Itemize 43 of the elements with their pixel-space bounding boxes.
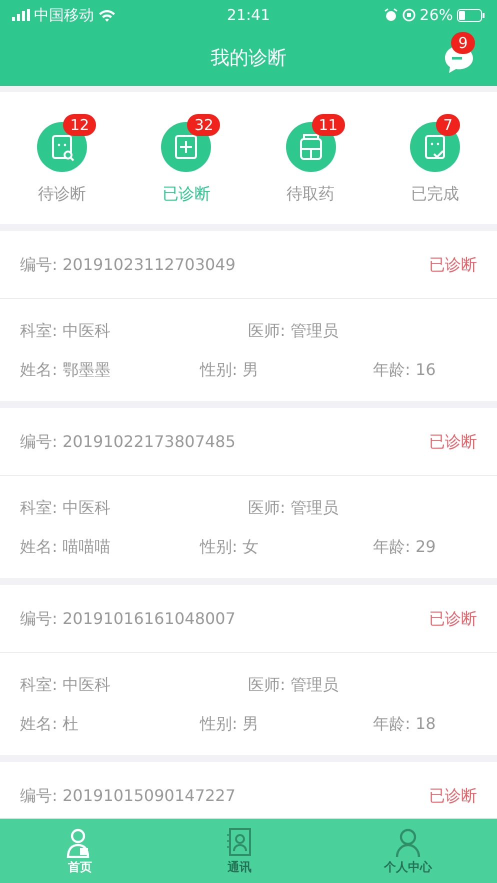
doctor-text: 医师: 管理员 xyxy=(248,674,338,696)
status-label: 已诊断 xyxy=(429,608,477,630)
count-badge: 11 xyxy=(312,114,345,136)
age-text: 年龄: 29 xyxy=(373,536,436,558)
doctor-text: 医师: 管理员 xyxy=(248,320,338,342)
record-number: 编号: 20191016161048007 xyxy=(20,608,236,630)
record-number: 编号: 20191022173807485 xyxy=(20,430,236,452)
status-label: 已诊断 xyxy=(429,430,477,452)
gender-text: 性别: 男 xyxy=(200,358,260,380)
patient-name: 姓名: 鄂墨墨 xyxy=(20,358,112,380)
doctor-text: 医师: 管理员 xyxy=(248,496,338,518)
tab-bar-item[interactable]: 通讯 xyxy=(160,819,320,883)
gender-text: 性别: 男 xyxy=(200,712,260,734)
wifi-icon xyxy=(98,8,116,22)
category-tab[interactable]: 11 待取药 xyxy=(248,110,373,206)
status-label: 已诊断 xyxy=(429,784,477,806)
record-number: 编号: 20191023112703049 xyxy=(20,254,236,276)
patient-name: 姓名: 喵喵喵 xyxy=(20,536,112,558)
department-text: 科室: 中医科 xyxy=(20,320,112,342)
carrier-name: 中国移动 xyxy=(34,4,94,26)
age-text: 年龄: 18 xyxy=(373,712,436,734)
count-badge: 7 xyxy=(436,114,460,136)
alarm-icon xyxy=(384,8,398,22)
age-text: 年龄: 16 xyxy=(373,358,436,380)
count-badge: 32 xyxy=(187,114,220,136)
signal-icon xyxy=(12,9,30,21)
department-text: 科室: 中医科 xyxy=(20,496,112,518)
category-tab[interactable]: 32 已诊断 xyxy=(124,110,248,206)
message-count-badge: 9 xyxy=(451,32,475,54)
tab-bar-item[interactable]: 个人中心 xyxy=(319,819,497,883)
status-time: 21:41 xyxy=(226,4,272,26)
department-text: 科室: 中医科 xyxy=(20,674,112,696)
page-title: 我的诊断 xyxy=(210,46,286,71)
category-tab[interactable]: 7 已完成 xyxy=(372,110,497,206)
battery-icon xyxy=(457,8,485,22)
rotation-lock-icon xyxy=(402,8,416,22)
gender-text: 性别: 女 xyxy=(200,536,260,558)
patient-name: 姓名: 杜 xyxy=(20,712,80,734)
status-label: 已诊断 xyxy=(429,254,477,276)
battery-percent: 26% xyxy=(420,4,453,26)
record-number: 编号: 20191015090147227 xyxy=(20,784,236,806)
count-badge: 12 xyxy=(63,114,96,136)
category-tab[interactable]: 12 待诊断 xyxy=(0,110,124,206)
